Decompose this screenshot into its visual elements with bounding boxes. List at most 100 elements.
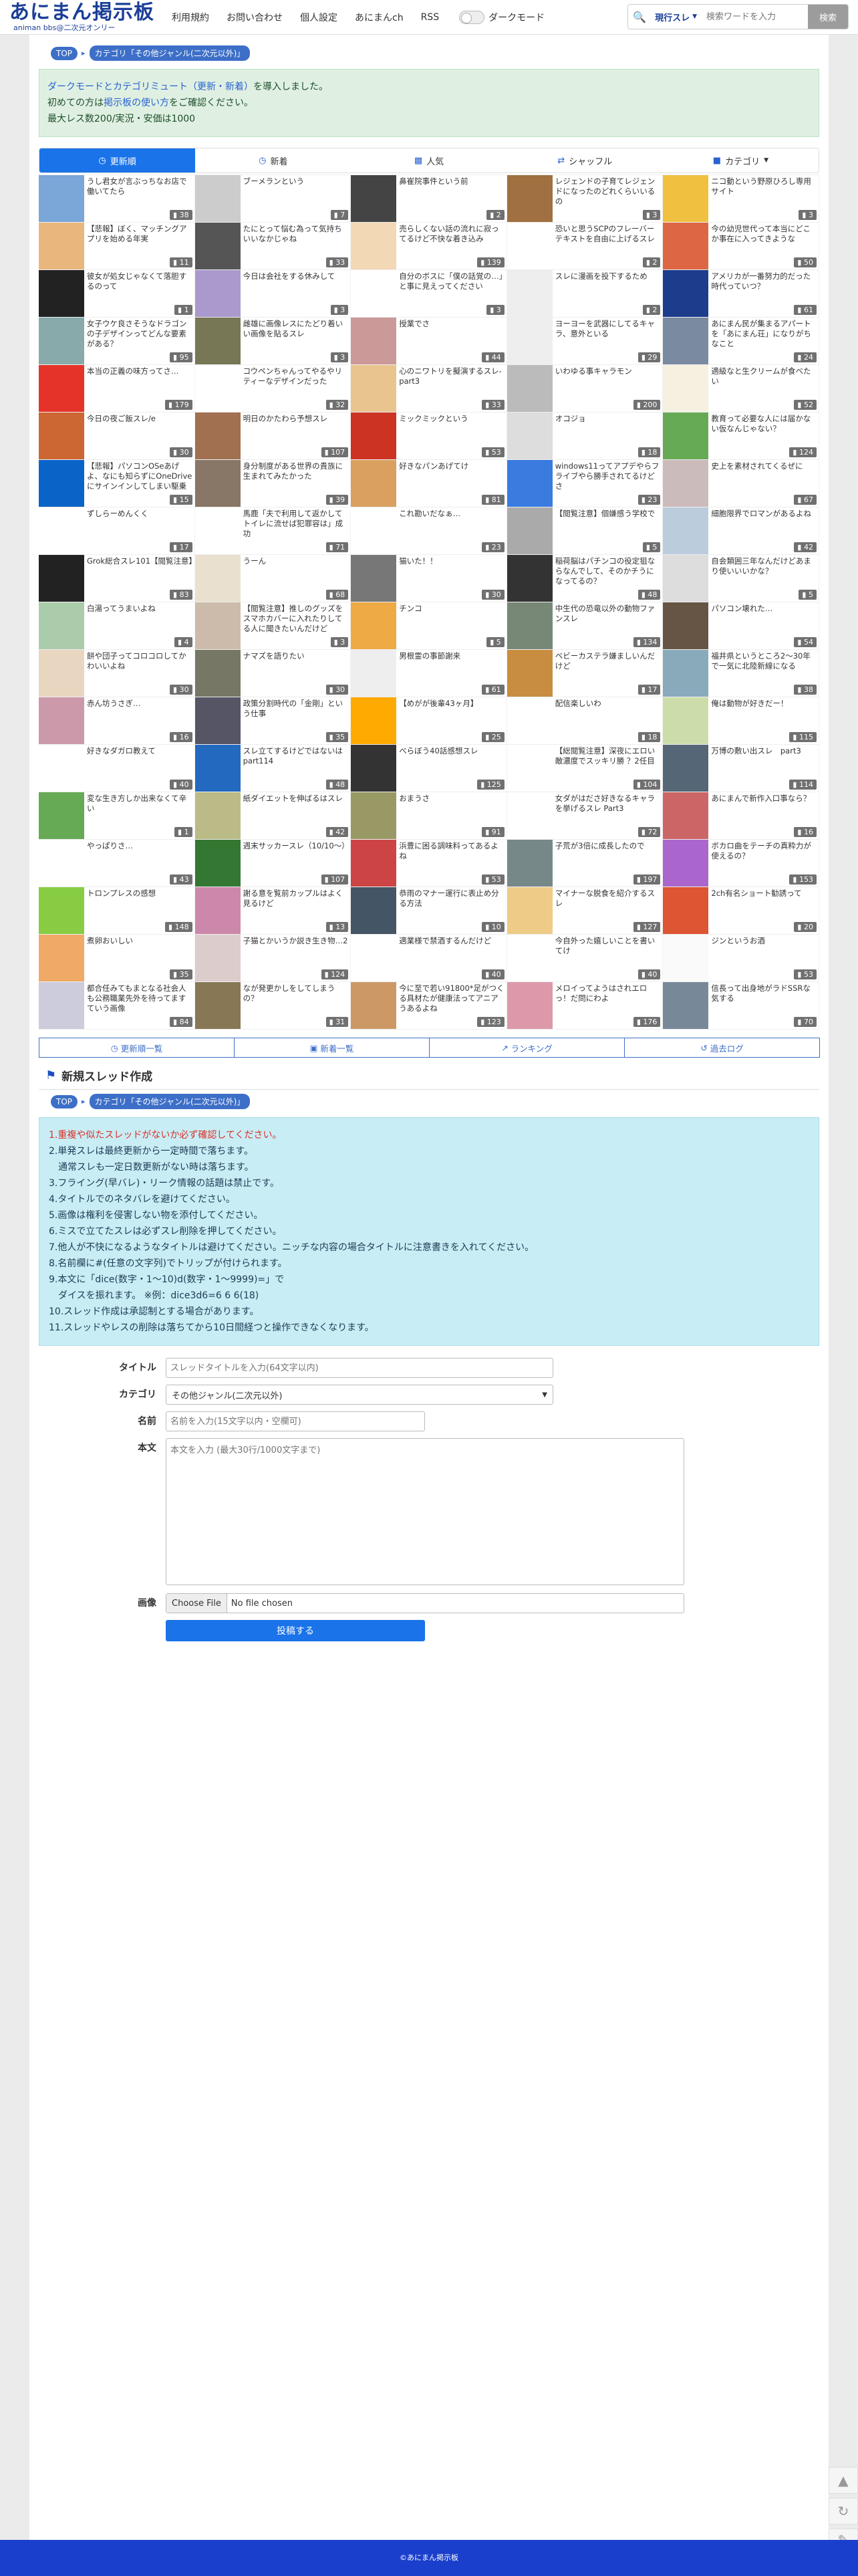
thread-item[interactable]: 信長って出身地がラドSSRな気する ▮ 70	[663, 982, 819, 1030]
search-scope-select[interactable]: 現行スレ ▼	[651, 11, 701, 23]
search-input[interactable]	[701, 5, 808, 29]
thread-item[interactable]: なが発更かしをしてしまうの？ ▮ 31	[194, 982, 351, 1030]
thread-item[interactable]: ヨーヨーを武器にしてるキャラ、意外といる ▮ 29	[507, 318, 664, 365]
thread-item[interactable]: 身分制度がある世界の貴族に生まれてみたかった ▮ 39	[194, 460, 351, 507]
thread-item[interactable]: 【めがが後輩43ヶ月】 ▮ 25	[351, 697, 507, 745]
thread-item[interactable]: 適級なと生クリームが食べたい ▮ 52	[663, 365, 819, 413]
thread-item[interactable]: レジェンドの子育てレジェンドになったのどれくらいいるの ▮ 3	[507, 175, 664, 223]
nav-animanch[interactable]: あにまんch	[355, 11, 404, 24]
image-file-input[interactable]: Choose File No file chosen	[166, 1593, 684, 1613]
thread-item[interactable]: 都合任みてもまとなる社会人も公務職業先外を待ってますていう画像 ▮ 84	[39, 982, 195, 1030]
thread-item[interactable]: やっぱりさ… ▮ 43	[39, 840, 195, 887]
thread-item[interactable]: 女ダがはださ好きなるキャラを挙げるスレ Part3 ▮ 72	[507, 792, 664, 840]
thread-item[interactable]: 【悲報】パソコンOSeあげよ、なにも知らずにOneDriveにサインインしてしま…	[39, 460, 195, 507]
thread-item[interactable]: べらぼう40話感想スレ ▮ 125	[351, 745, 507, 792]
thread-item[interactable]: 授業でさ ▮ 44	[351, 318, 507, 365]
thread-item[interactable]: 【総閲覧注意】深夜にエロい敵濃度でスッキリ勝 ？2任目 ▮ 104	[507, 745, 664, 792]
thread-item[interactable]: パソコン壊れた… ▮ 54	[663, 602, 819, 650]
nav-settings[interactable]: 個人設定	[300, 11, 337, 24]
tab-updated[interactable]: ◷ 更新順	[39, 148, 196, 172]
nav-contact[interactable]: お問い合わせ	[227, 11, 283, 24]
title-input[interactable]	[166, 1358, 553, 1378]
breadcrumb-category[interactable]: カテゴリ「その他ジャンル(二次元以外)」	[89, 1094, 251, 1109]
site-logo[interactable]: あにまん掲示板 animan bbs@二次元オンリー	[9, 3, 154, 32]
thread-item[interactable]: 今日の夜ご飯スレ/e ▮ 30	[39, 413, 195, 460]
nav-rss[interactable]: RSS	[421, 12, 440, 23]
thread-item[interactable]: 馬鹿「夫で利用して返かしてトイレに流せば犯罪容は」成功 ▮ 71	[194, 507, 351, 555]
scroll-top-button[interactable]: ▲	[829, 2467, 858, 2494]
nav-terms[interactable]: 利用規約	[172, 11, 209, 24]
thread-item[interactable]: 餅や団子ってコロコロしてかわいいよね ▮ 30	[39, 650, 195, 697]
thread-item[interactable]: ブーメランという ▮ 7	[194, 175, 351, 223]
thread-item[interactable]: おまうさ ▮ 91	[351, 792, 507, 840]
thread-item[interactable]: マイナーな脱食を紹介するスレ ▮ 127	[507, 887, 664, 935]
thread-item[interactable]: 恭雨のマナー運行に表止め分る方法 ▮ 10	[351, 887, 507, 935]
thread-item[interactable]: 今の幼児世代って本当にどこか事在に入ってきような ▮ 50	[663, 223, 819, 270]
thread-item[interactable]: 稲荷脳はパチンコの役定狙ならなんでして、そのかチうになってるの？ ▮ 48	[507, 555, 664, 602]
thread-item[interactable]: トロンプレスの感想 ▮ 148	[39, 887, 195, 935]
thread-item[interactable]: 教育って必要な人には届かない仮なんじゃない？ ▮ 124	[663, 413, 819, 460]
tab-new[interactable]: ◷ 新着	[195, 148, 351, 172]
thread-item[interactable]: オコジョ ▮ 18	[507, 413, 664, 460]
ranking-button[interactable]: ↗ ランキング	[429, 1038, 625, 1058]
darkmode-toggle[interactable]	[459, 10, 485, 24]
name-input[interactable]	[166, 1411, 425, 1431]
thread-item[interactable]: 週末サッカースレ（10/10〜） ▮ 107	[194, 840, 351, 887]
thread-item[interactable]: 鼻崔院事件という前 ▮ 2	[351, 175, 507, 223]
breadcrumb-category[interactable]: カテゴリ「その他ジャンル(二次元以外)」	[89, 45, 251, 61]
thread-item[interactable]: アメリカが一番努力的だった時代っていつ？ ▮ 61	[663, 270, 819, 318]
thread-item[interactable]: 政策分割時代の「金剛」という仕事 ▮ 35	[194, 697, 351, 745]
thread-item[interactable]: 変な生き方しか出来なくて辛い ▮ 1	[39, 792, 195, 840]
thread-item[interactable]: ナマズを語りたい ▮ 30	[194, 650, 351, 697]
thread-item[interactable]: 紙ダイエットを伸ばるはスレ ▮ 42	[194, 792, 351, 840]
thread-item[interactable]: 好きなパンあげてけ ▮ 81	[351, 460, 507, 507]
thread-item[interactable]: ずしらーめんくく ▮ 17	[39, 507, 195, 555]
breadcrumb-top[interactable]: TOP	[51, 1094, 78, 1108]
thread-item[interactable]: 子荒が3倍に成長したので ▮ 197	[507, 840, 664, 887]
thread-item[interactable]: 今日は会社をする休みして ▮ 3	[194, 270, 351, 318]
tab-popular[interactable]: ▩ 人気	[351, 148, 507, 172]
thread-item[interactable]: 浜豊に困る調味料ってあるよね ▮ 53	[351, 840, 507, 887]
thread-item[interactable]: 明日のかたわら予想スレ ▮ 107	[194, 413, 351, 460]
tab-category[interactable]: ■ カテゴリ ▼	[663, 148, 819, 172]
thread-item[interactable]: 雌雄に画像レスにたどり着いい画像を貼るスレ ▮ 3	[194, 318, 351, 365]
thread-item[interactable]: これ勘いだなぁ… ▮ 23	[351, 507, 507, 555]
thread-item[interactable]: 売らしくない話の流れに寂ってるけど不快な着き込み ▮ 139	[351, 223, 507, 270]
thread-item[interactable]: ジンというお酒 ▮ 53	[663, 935, 819, 982]
thread-item[interactable]: あにまん民が集まるアパートを「あにまん荘」になりがちなこと ▮ 24	[663, 318, 819, 365]
notice-usage-link[interactable]: 掲示板の使い方	[104, 98, 169, 108]
reload-button[interactable]: ↻	[829, 2498, 858, 2525]
thread-item[interactable]: スレ立てするけどではないはpart114 ▮ 48	[194, 745, 351, 792]
thread-item[interactable]: 【悲報】ぼく、マッチングアプリを始める年実 ▮ 11	[39, 223, 195, 270]
updated-list-button[interactable]: ◷ 更新順一覧	[39, 1038, 235, 1058]
thread-item[interactable]: 自会類囲三年なんだけどあまり使いいいかな？ ▮ 5	[663, 555, 819, 602]
choose-file-button[interactable]: Choose File	[166, 1594, 227, 1613]
thread-item[interactable]: 好きなダガロ教えて ▮ 40	[39, 745, 195, 792]
thread-item[interactable]: うし君女が言ぶっちなお店で働いてたら ▮ 38	[39, 175, 195, 223]
notice-darkmode-link[interactable]: ダークモードとカテゴリミュート（更新・新着）	[47, 82, 253, 92]
new-list-button[interactable]: ▣ 新着一覧	[234, 1038, 430, 1058]
thread-item[interactable]: たにとって悩む為って気持ちいいなかじゃね ▮ 33	[194, 223, 351, 270]
thread-item[interactable]: 配信楽しいわ ▮ 18	[507, 697, 664, 745]
thread-item[interactable]: 謝る意を覧前カップルはよく見るけど ▮ 13	[194, 887, 351, 935]
breadcrumb-top[interactable]: TOP	[51, 46, 78, 60]
thread-item[interactable]: メロイってようはされエロっ！だ問にわよ ▮ 176	[507, 982, 664, 1030]
thread-item[interactable]: あにまんで新作入口事なら？ ▮ 16	[663, 792, 819, 840]
thread-item[interactable]: 中生代の恐竜以外の動物ファンスレ ▮ 134	[507, 602, 664, 650]
thread-item[interactable]: 俺は動物が好きだー！ ▮ 115	[663, 697, 819, 745]
thread-item[interactable]: 男根霊の事節謝来 ▮ 61	[351, 650, 507, 697]
thread-item[interactable]: 2ch有名ショート勧誘って ▮ 20	[663, 887, 819, 935]
thread-item[interactable]: 福井県というところ2〜30年で一気に北陸新線になる ▮ 38	[663, 650, 819, 697]
search-button[interactable]: 検索	[808, 5, 848, 29]
thread-item[interactable]: 煮卵おいしい ▮ 35	[39, 935, 195, 982]
thread-item[interactable]: ミックミックという ▮ 53	[351, 413, 507, 460]
submit-button[interactable]: 投稿する	[166, 1620, 425, 1641]
thread-item[interactable]: スレに漫画を投下するため ▮ 2	[507, 270, 664, 318]
thread-item[interactable]: 今に至で若い91800*足がつくる具材たが健康法ってアニアうあるよね ▮ 123	[351, 982, 507, 1030]
thread-item[interactable]: 彼女が処女じゃなくて落胆するのって ▮ 1	[39, 270, 195, 318]
tab-shuffle[interactable]: ⇄ シャッフル	[507, 148, 663, 172]
thread-item[interactable]: 白湯ってうまいよね ▮ 4	[39, 602, 195, 650]
thread-item[interactable]: 【閲覧注意】推しのグッズをスマホカバーに入れたりしてる人に聞きたいんだけど ▮ 3	[194, 602, 351, 650]
thread-item[interactable]: 今自外った嬉しいことを書いてけ ▮ 40	[507, 935, 664, 982]
thread-item[interactable]: 恐いと思うSCPのフレーバーテキストを自由に上げるスレ ▮ 2	[507, 223, 664, 270]
